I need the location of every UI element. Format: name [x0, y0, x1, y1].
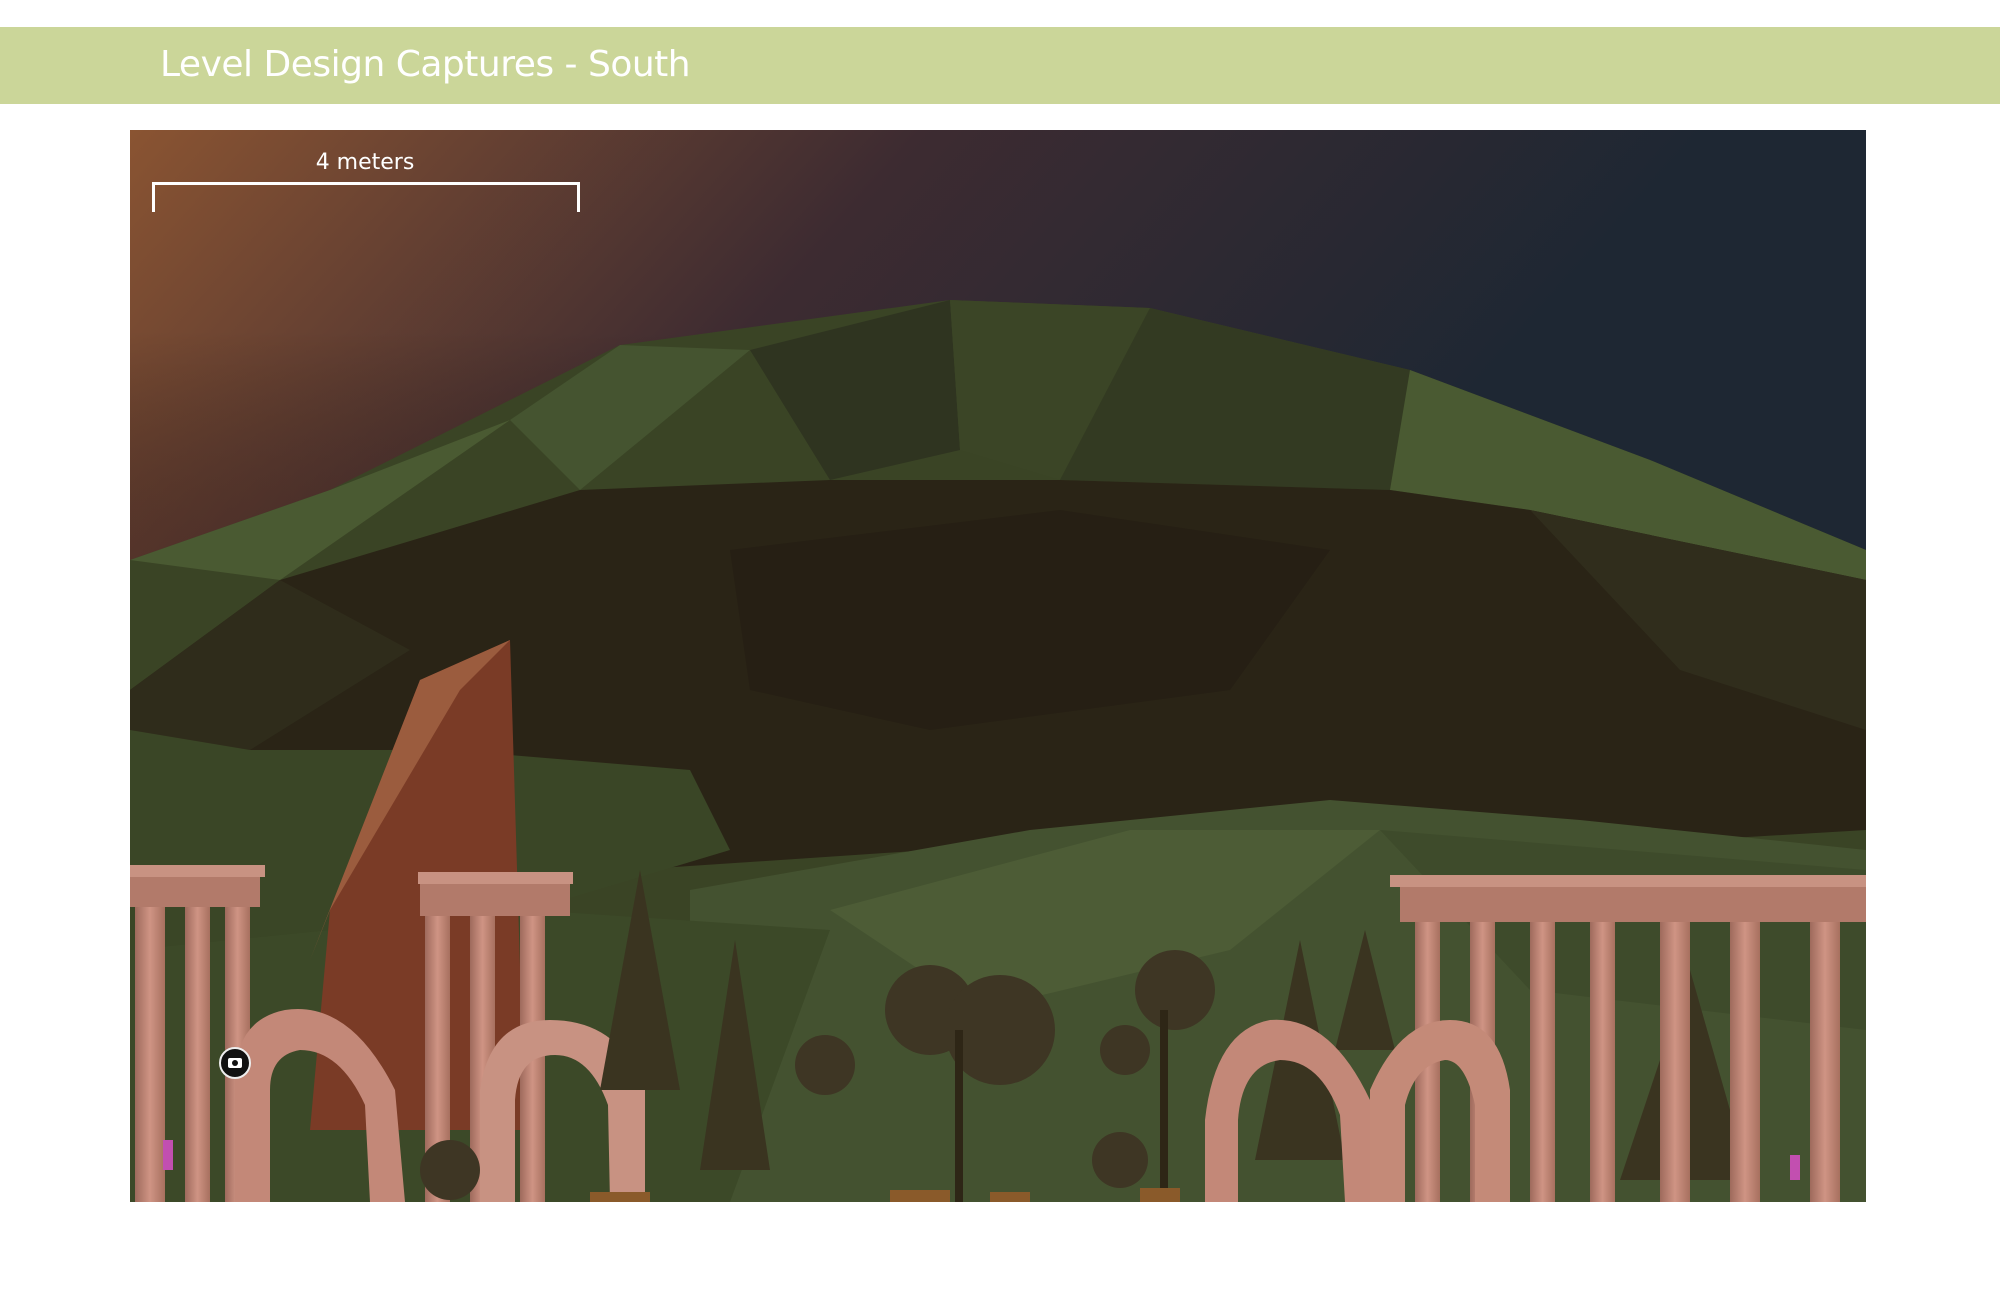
player-figure-left	[163, 1140, 173, 1170]
level-capture-viewport[interactable]: 4 meters	[130, 130, 1866, 1202]
scale-label: 4 meters	[315, 150, 415, 175]
level-scene	[130, 130, 1866, 1202]
player-figure-right	[1790, 1155, 1800, 1180]
camera-glyph	[228, 1058, 242, 1068]
scale-bar	[152, 182, 580, 212]
page-title: Level Design Captures - South	[160, 44, 691, 85]
camera-icon[interactable]	[219, 1047, 251, 1079]
title-bar: Level Design Captures - South	[0, 27, 2000, 104]
